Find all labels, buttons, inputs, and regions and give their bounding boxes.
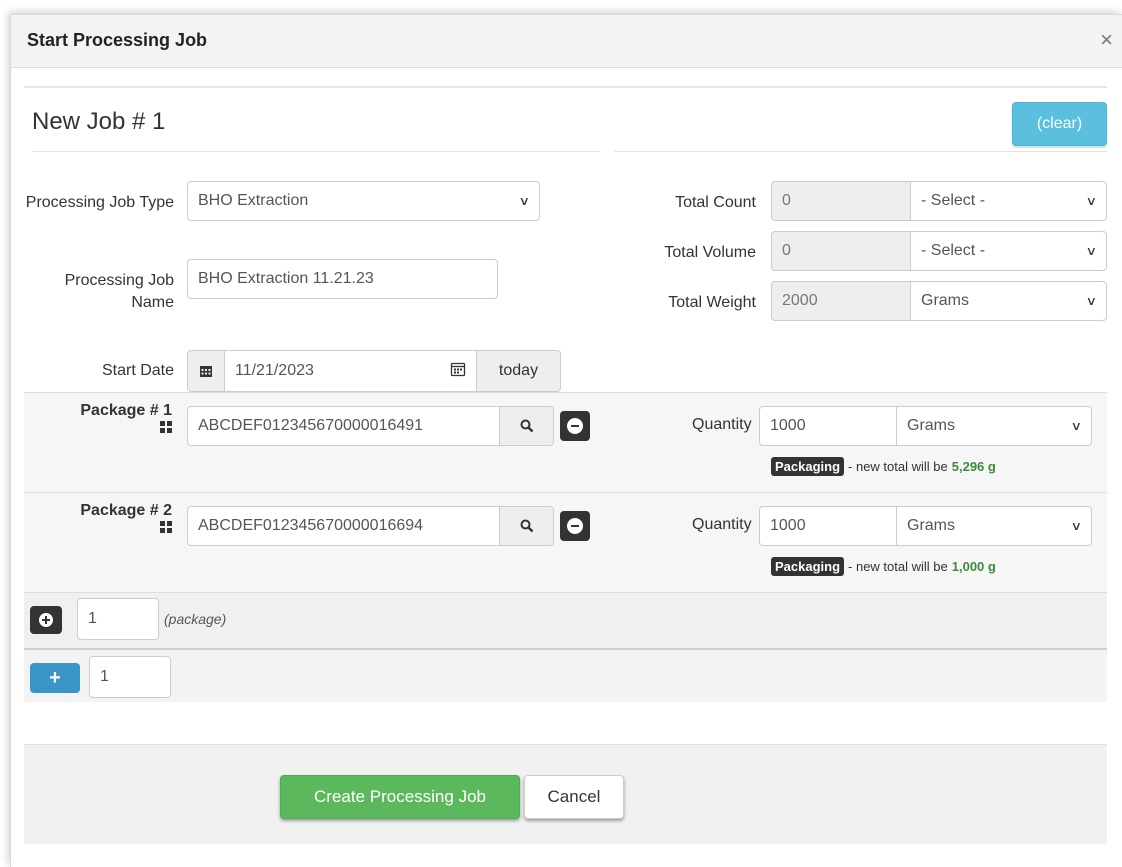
divider [24, 86, 1107, 88]
package-tag-input[interactable]: ABCDEF012345670000016694 [187, 506, 500, 546]
total-weight-label: Total Weight [668, 294, 756, 311]
quantity-unit: Grams [907, 517, 955, 534]
add-package-note: (package) [164, 611, 227, 627]
quantity-unit-select[interactable]: Grams ∨ [896, 406, 1092, 446]
plus-circle-icon [39, 613, 53, 627]
minus-circle-icon [567, 418, 583, 434]
job-name-input[interactable]: BHO Extraction 11.21.23 [187, 259, 498, 299]
add-job-button[interactable]: + [30, 663, 80, 693]
calendar-picker-icon[interactable] [450, 361, 466, 382]
search-icon [520, 419, 533, 433]
package-label: Package # 2 [24, 502, 172, 538]
quantity-label: Quantity [692, 516, 752, 533]
job-name-label: Processing Job Name [64, 272, 174, 311]
close-icon[interactable]: × [1100, 27, 1113, 53]
start-date-group: 11/21/2023 today [187, 350, 561, 392]
add-package-button[interactable] [30, 606, 62, 634]
package-total-note: Packaging - new total will be 1,000 g [771, 557, 996, 576]
chevron-down-icon: ∨ [1085, 294, 1098, 308]
note-prefix: - new total will be [848, 559, 948, 574]
job-title: New Job # 1 [32, 108, 166, 135]
total-count-input: 0 [771, 181, 911, 221]
add-job-count-input[interactable]: 1 [89, 656, 171, 698]
quantity-unit-select[interactable]: Grams ∨ [896, 506, 1092, 546]
minus-circle-icon [567, 518, 583, 534]
plus-icon: + [49, 666, 61, 689]
total-volume-unit-select[interactable]: - Select - ∨ [910, 231, 1107, 271]
total-weight-input: 2000 [771, 281, 911, 321]
total-count-unit-select[interactable]: - Select - ∨ [910, 181, 1107, 221]
package-number: Package # 1 [80, 402, 172, 419]
today-button[interactable]: today [476, 350, 561, 392]
job-type-value: BHO Extraction [198, 192, 309, 209]
package-row: Package # 2 ABCDEF012345670000016694 Qua… [24, 493, 1107, 592]
remove-package-button[interactable] [560, 511, 590, 541]
quantity-label: Quantity [692, 416, 752, 433]
package-label: Package # 1 [24, 402, 172, 438]
chevron-down-icon: ∨ [1070, 419, 1083, 433]
create-processing-job-button[interactable]: Create Processing Job [280, 775, 520, 819]
divider [32, 151, 600, 152]
barcode-grid-icon [160, 421, 172, 433]
remove-package-button[interactable] [560, 411, 590, 441]
quantity-input[interactable]: 1000 [759, 506, 897, 546]
chevron-down-icon: ∨ [1070, 519, 1083, 533]
chevron-down-icon: ∨ [1085, 194, 1098, 208]
dialog-titlebar: Start Processing Job × [11, 15, 1122, 68]
total-weight-unit-select[interactable]: Grams ∨ [910, 281, 1107, 321]
add-package-count-input[interactable]: 1 [77, 598, 159, 640]
package-number: Package # 2 [80, 502, 172, 519]
job-type-label: Processing Job Type [25, 194, 174, 211]
new-total-value: 5,296 g [951, 459, 996, 474]
dialog-title: Start Processing Job [27, 30, 208, 50]
total-volume-unit: - Select - [921, 242, 986, 259]
total-count-unit: - Select - [921, 192, 986, 209]
packaging-badge: Packaging [771, 457, 845, 476]
package-total-note: Packaging - new total will be 5,296 g [771, 457, 996, 476]
divider [614, 151, 1107, 152]
package-row: Package # 1 ABCDEF012345670000016491 Qua… [24, 393, 1107, 492]
packaging-badge: Packaging [771, 557, 845, 576]
add-package-row: 1 (package) [24, 593, 1107, 648]
total-weight-unit: Grams [921, 292, 969, 309]
total-volume-label: Total Volume [664, 244, 756, 261]
new-total-value: 1,000 g [951, 559, 996, 574]
search-button[interactable] [499, 406, 554, 446]
package-tag-input[interactable]: ABCDEF012345670000016491 [187, 406, 500, 446]
start-date-label: Start Date [101, 362, 174, 379]
processing-job-dialog: Start Processing Job × New Job # 1 (clea… [10, 14, 1122, 867]
job-type-select[interactable]: BHO Extraction ∨ [187, 181, 540, 221]
cancel-button[interactable]: Cancel [524, 775, 624, 819]
total-count-label: Total Count [675, 194, 756, 211]
quantity-unit: Grams [907, 417, 955, 434]
dialog-footer: Create Processing Job Cancel [24, 744, 1107, 844]
barcode-grid-icon [160, 521, 172, 533]
start-date-input[interactable]: 11/21/2023 [224, 350, 477, 392]
chevron-down-icon: ∨ [1085, 244, 1098, 258]
clear-button[interactable]: (clear) [1012, 102, 1107, 146]
start-date-value: 11/21/2023 [235, 362, 314, 379]
note-prefix: - new total will be [848, 459, 948, 474]
calendar-icon [187, 350, 225, 392]
chevron-down-icon: ∨ [518, 194, 531, 208]
search-button[interactable] [499, 506, 554, 546]
search-icon [520, 519, 533, 533]
dialog-body: New Job # 1 (clear) Processing Job Type … [24, 86, 1107, 844]
add-job-row: + 1 [24, 650, 1107, 702]
quantity-input[interactable]: 1000 [759, 406, 897, 446]
total-volume-input: 0 [771, 231, 911, 271]
